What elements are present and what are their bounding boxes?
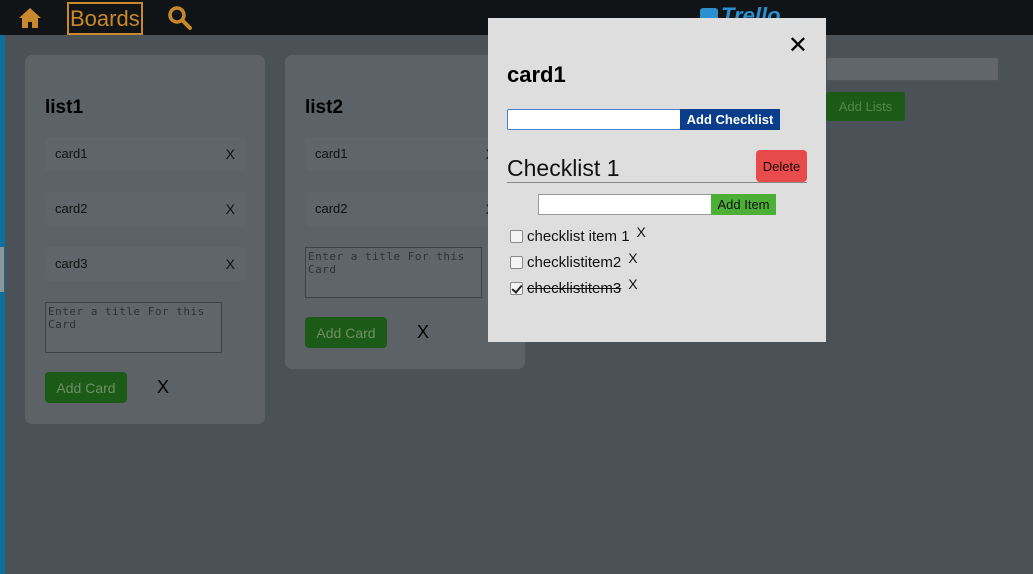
cancel-add-card-button[interactable]: X	[157, 377, 169, 398]
add-card-button[interactable]: Add Card	[45, 372, 127, 403]
home-icon[interactable]	[18, 7, 42, 29]
card-title: card3	[55, 256, 88, 271]
card-item[interactable]: card2 X	[305, 192, 505, 226]
checklist-title-input[interactable]	[507, 109, 681, 130]
card-title: card2	[315, 201, 348, 216]
card-item[interactable]: card3 X	[45, 247, 245, 281]
checkbox[interactable]	[510, 229, 523, 243]
checklist-item-input[interactable]	[538, 194, 712, 215]
card-title: card1	[315, 146, 348, 161]
card-title-input[interactable]	[45, 302, 222, 353]
delete-checklist-button[interactable]: Delete	[756, 150, 807, 182]
checklist-item-label: checklistitem3	[527, 279, 622, 297]
remove-item-button[interactable]: X	[628, 250, 637, 266]
remove-item-button[interactable]: X	[637, 224, 646, 240]
checklist-item-label: checklistitem2	[527, 253, 622, 271]
checklist-item: checklist item 1 X	[510, 224, 646, 246]
checklist-item: checklistitem3 X	[510, 276, 638, 298]
modal-title: card1	[507, 62, 566, 87]
checkbox[interactable]	[510, 255, 523, 269]
list-title: list1	[45, 97, 84, 118]
card-delete-button[interactable]: X	[226, 192, 235, 226]
card-delete-button[interactable]: X	[226, 247, 235, 281]
card-item[interactable]: card1 X	[305, 137, 505, 171]
card-title: card2	[55, 201, 88, 216]
boards-button[interactable]: Boards	[67, 2, 143, 35]
list-column: list1 card1 X card2 X card3 X Add Card X	[25, 55, 265, 424]
list-title-input[interactable]	[826, 57, 999, 81]
checklist-item-label: checklist item 1	[527, 227, 630, 245]
card-title-input[interactable]	[305, 247, 482, 298]
checklist-item: checklistitem2 X	[510, 250, 638, 272]
add-lists-button[interactable]: Add Lists	[826, 92, 905, 121]
close-icon[interactable]: ✕	[788, 34, 808, 58]
cancel-add-card-button[interactable]: X	[417, 322, 429, 343]
checkbox-checked[interactable]	[510, 281, 523, 295]
search-icon[interactable]	[167, 5, 193, 31]
card-delete-button[interactable]: X	[226, 137, 235, 171]
card-item[interactable]: card1 X	[45, 137, 245, 171]
card-title: card1	[55, 146, 88, 161]
add-item-button[interactable]: Add Item	[711, 194, 776, 215]
add-card-button[interactable]: Add Card	[305, 317, 387, 348]
scroll-handle[interactable]	[0, 247, 4, 292]
remove-item-button[interactable]: X	[628, 276, 637, 292]
card-item[interactable]: card2 X	[45, 192, 245, 226]
add-checklist-button[interactable]: Add Checklist	[680, 109, 780, 130]
list-title: list2	[305, 97, 344, 118]
card-modal: ✕ card1 Add Checklist Checklist 1 Delete…	[488, 18, 826, 342]
